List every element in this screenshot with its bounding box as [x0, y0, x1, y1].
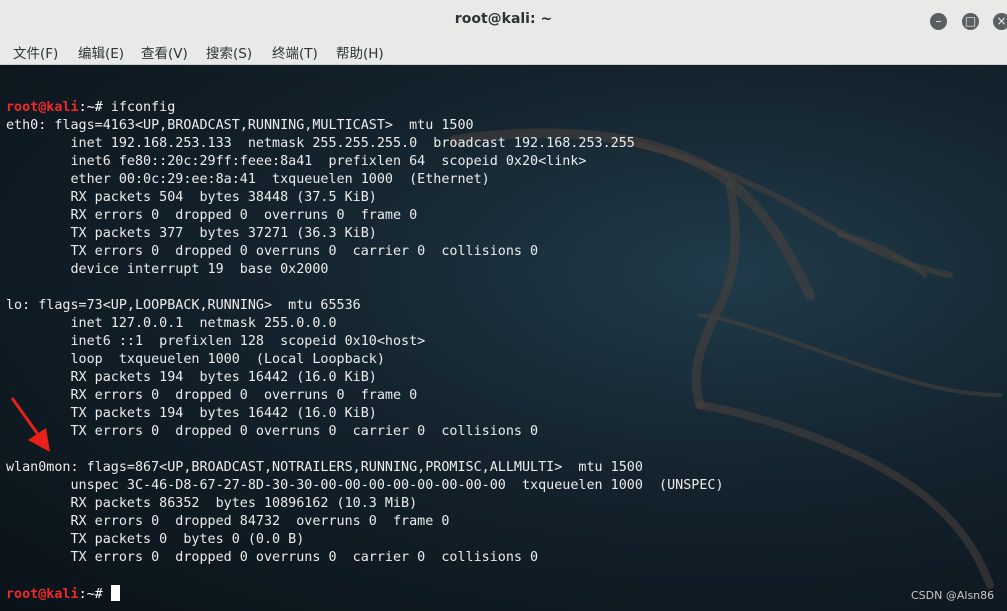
red-arrow-icon	[10, 397, 50, 452]
terminal-window: root@kali: ~ – □ × 文件(F) 编辑(E) 查看(V) 搜索(…	[0, 0, 1007, 611]
watermark: CSDN @Alsn86	[911, 589, 995, 602]
